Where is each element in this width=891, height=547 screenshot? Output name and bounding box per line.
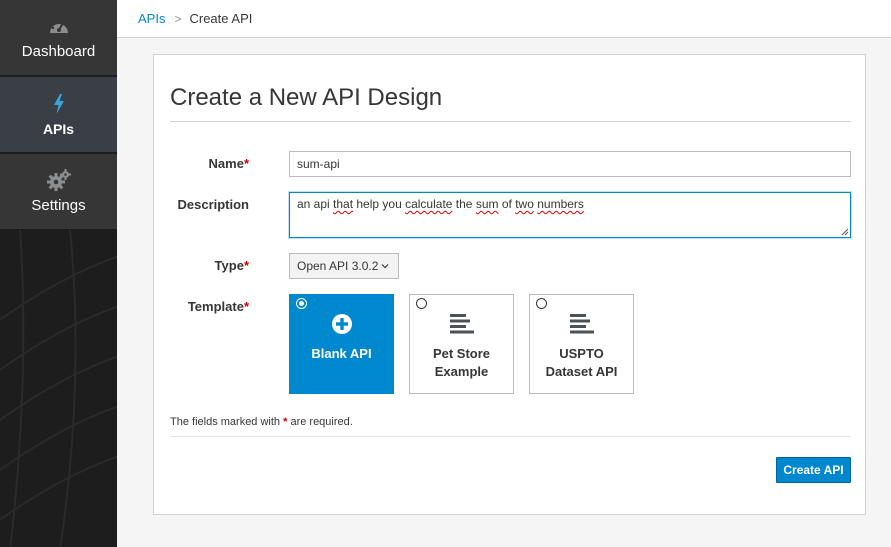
required-mark: * xyxy=(243,299,249,314)
gears-icon xyxy=(46,169,71,191)
name-input-value: sum-api xyxy=(297,157,340,171)
description-text: an api that help you calculate the sum o… xyxy=(297,197,584,211)
bolt-icon xyxy=(53,93,65,115)
list-lines-icon xyxy=(449,313,474,335)
template-label-text: Template xyxy=(187,299,244,314)
template-tile-pet-store[interactable]: Pet Store Example xyxy=(409,294,514,394)
sidebar-item-label: Settings xyxy=(31,197,86,214)
breadcrumb: APIs > Create API xyxy=(117,0,891,38)
radio-icon[interactable] xyxy=(536,298,547,309)
create-api-button[interactable]: Create API xyxy=(776,457,851,483)
name-label: Name* xyxy=(154,156,249,171)
page-title: Create a New API Design xyxy=(170,84,443,111)
sidebar-item-label: APIs xyxy=(42,120,75,137)
create-api-form-card: Create a New API Design Name* sum-api De… xyxy=(153,54,866,515)
list-lines-icon xyxy=(569,313,594,335)
type-select[interactable]: Open API 3.0.2 xyxy=(289,253,399,279)
description-label: Description xyxy=(154,197,249,212)
breadcrumb-current: Create API xyxy=(189,11,253,26)
template-label: Template* xyxy=(154,299,249,314)
title-divider xyxy=(170,121,851,122)
plus-circle-icon xyxy=(331,313,353,335)
template-tile-uspto[interactable]: USPTO Dataset API xyxy=(529,294,634,394)
footer-divider xyxy=(170,436,851,437)
chevron-down-icon xyxy=(381,263,389,269)
name-input[interactable]: sum-api xyxy=(289,151,851,177)
resize-handle-icon[interactable] xyxy=(841,228,849,236)
dashboard-icon xyxy=(48,15,70,37)
sidebar: Dashboard APIs Settings xyxy=(0,0,117,547)
required-mark: * xyxy=(243,156,249,171)
breadcrumb-separator: > xyxy=(174,11,182,26)
radio-selected-icon[interactable] xyxy=(296,298,307,309)
sidebar-item-dashboard[interactable]: Dashboard xyxy=(0,0,117,76)
required-fields-note: The fields marked with * are required. xyxy=(170,416,353,428)
sidebar-item-settings[interactable]: Settings xyxy=(0,154,117,230)
sidebar-item-label: Dashboard xyxy=(21,43,96,60)
template-tile-label: Blank API xyxy=(311,346,372,361)
breadcrumb-link-apis[interactable]: APIs xyxy=(138,11,165,26)
type-label: Type* xyxy=(154,258,249,273)
name-label-text: Name xyxy=(208,156,244,171)
required-mark: * xyxy=(243,258,249,273)
radio-icon[interactable] xyxy=(416,298,427,309)
description-textarea[interactable]: an api that help you calculate the sum o… xyxy=(289,192,851,238)
sidebar-item-apis[interactable]: APIs xyxy=(0,77,117,153)
description-label-text: Description xyxy=(177,197,249,212)
type-label-text: Type xyxy=(214,258,244,273)
template-tile-blank-api[interactable]: Blank API xyxy=(289,294,394,394)
template-tile-label: USPTO Dataset API xyxy=(545,346,618,379)
type-select-value: Open API 3.0.2 xyxy=(297,259,379,273)
template-tile-label: Pet Store Example xyxy=(432,346,491,379)
sidebar-background-pattern xyxy=(0,230,117,547)
